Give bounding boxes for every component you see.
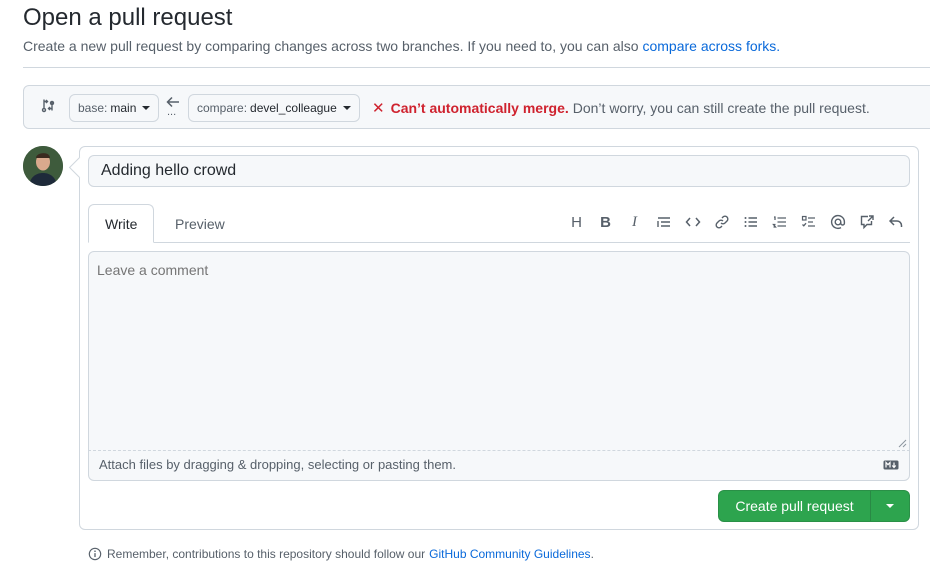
community-guidelines-link[interactable]: GitHub Community Guidelines (429, 547, 590, 561)
merge-info: Don’t worry, you can still create the pu… (572, 100, 870, 116)
markdown-icon[interactable] (883, 460, 899, 470)
create-options-dropdown[interactable] (871, 491, 909, 521)
tab-write[interactable]: Write (88, 204, 155, 243)
italic-icon: I (632, 213, 637, 230)
heading-button[interactable]: H (562, 213, 591, 231)
unordered-list-icon (744, 217, 757, 227)
range-dots: ... (167, 106, 177, 118)
task-list-button[interactable] (794, 213, 823, 231)
heading-icon: H (571, 213, 582, 231)
guidelines-note: Remember, contributions to this reposito… (88, 547, 594, 561)
guidelines-text: Remember, contributions to this reposito… (107, 547, 426, 561)
create-pull-request-button[interactable]: Create pull request (718, 490, 910, 522)
markdown-toolbar: H B I (562, 213, 910, 231)
code-button[interactable] (678, 213, 707, 231)
quote-button[interactable] (649, 213, 678, 231)
ordered-list-button[interactable] (765, 213, 794, 231)
avatar[interactable] (23, 146, 63, 186)
merge-warning: Can’t automatically merge. (390, 100, 569, 116)
code-icon (685, 217, 700, 227)
compare-label: compare: (197, 101, 248, 115)
page-subtitle: Create a new pull request by comparing c… (23, 38, 780, 54)
saved-reply-button[interactable] (881, 213, 910, 231)
page-title: Open a pull request (23, 4, 233, 31)
comment-textarea[interactable] (88, 251, 910, 451)
divider (23, 67, 930, 68)
link-icon (714, 215, 729, 229)
avatar-image (23, 146, 63, 186)
unordered-list-button[interactable] (736, 213, 765, 231)
italic-button[interactable]: I (620, 213, 649, 231)
cross-reference-icon (860, 215, 874, 230)
subtitle-text: Create a new pull request by comparing c… (23, 38, 639, 54)
guidelines-period: . (590, 547, 594, 561)
base-branch-select[interactable]: base: main (69, 94, 160, 122)
merge-status: ✕ Can’t automatically merge. Don’t worry… (372, 99, 870, 117)
mention-button[interactable] (823, 213, 852, 231)
compare-branch-select[interactable]: compare: devel_colleague (188, 94, 360, 122)
create-pull-request-label[interactable]: Create pull request (719, 491, 871, 521)
resize-handle-icon[interactable] (897, 438, 907, 448)
chevron-down-icon (342, 106, 351, 110)
base-value: main (110, 101, 137, 115)
bold-button[interactable]: B (591, 213, 620, 231)
x-icon: ✕ (372, 100, 385, 117)
compare-value: devel_colleague (250, 101, 337, 115)
mention-icon (830, 214, 845, 229)
quote-icon (656, 217, 670, 227)
branch-range-bar: base: main ... compare: devel_colleague … (23, 85, 930, 129)
chevron-down-icon (142, 106, 151, 110)
ordered-list-icon (771, 216, 786, 228)
tab-preview[interactable]: Preview (159, 204, 241, 243)
bold-icon: B (600, 213, 611, 231)
reply-icon (888, 216, 902, 227)
info-icon (88, 547, 102, 561)
base-label: base: (78, 101, 108, 115)
attach-files-text: Attach files by dragging & dropping, sel… (99, 457, 456, 472)
tab-divider (88, 242, 910, 243)
link-button[interactable] (707, 213, 736, 231)
reference-button[interactable] (852, 213, 881, 231)
git-compare-icon (41, 99, 55, 113)
compare-across-forks-link[interactable]: compare across forks. (642, 38, 780, 54)
pr-title-input[interactable] (88, 155, 910, 187)
chevron-down-icon (886, 504, 894, 508)
task-list-icon (801, 215, 815, 227)
attach-files-bar[interactable]: Attach files by dragging & dropping, sel… (88, 450, 910, 481)
